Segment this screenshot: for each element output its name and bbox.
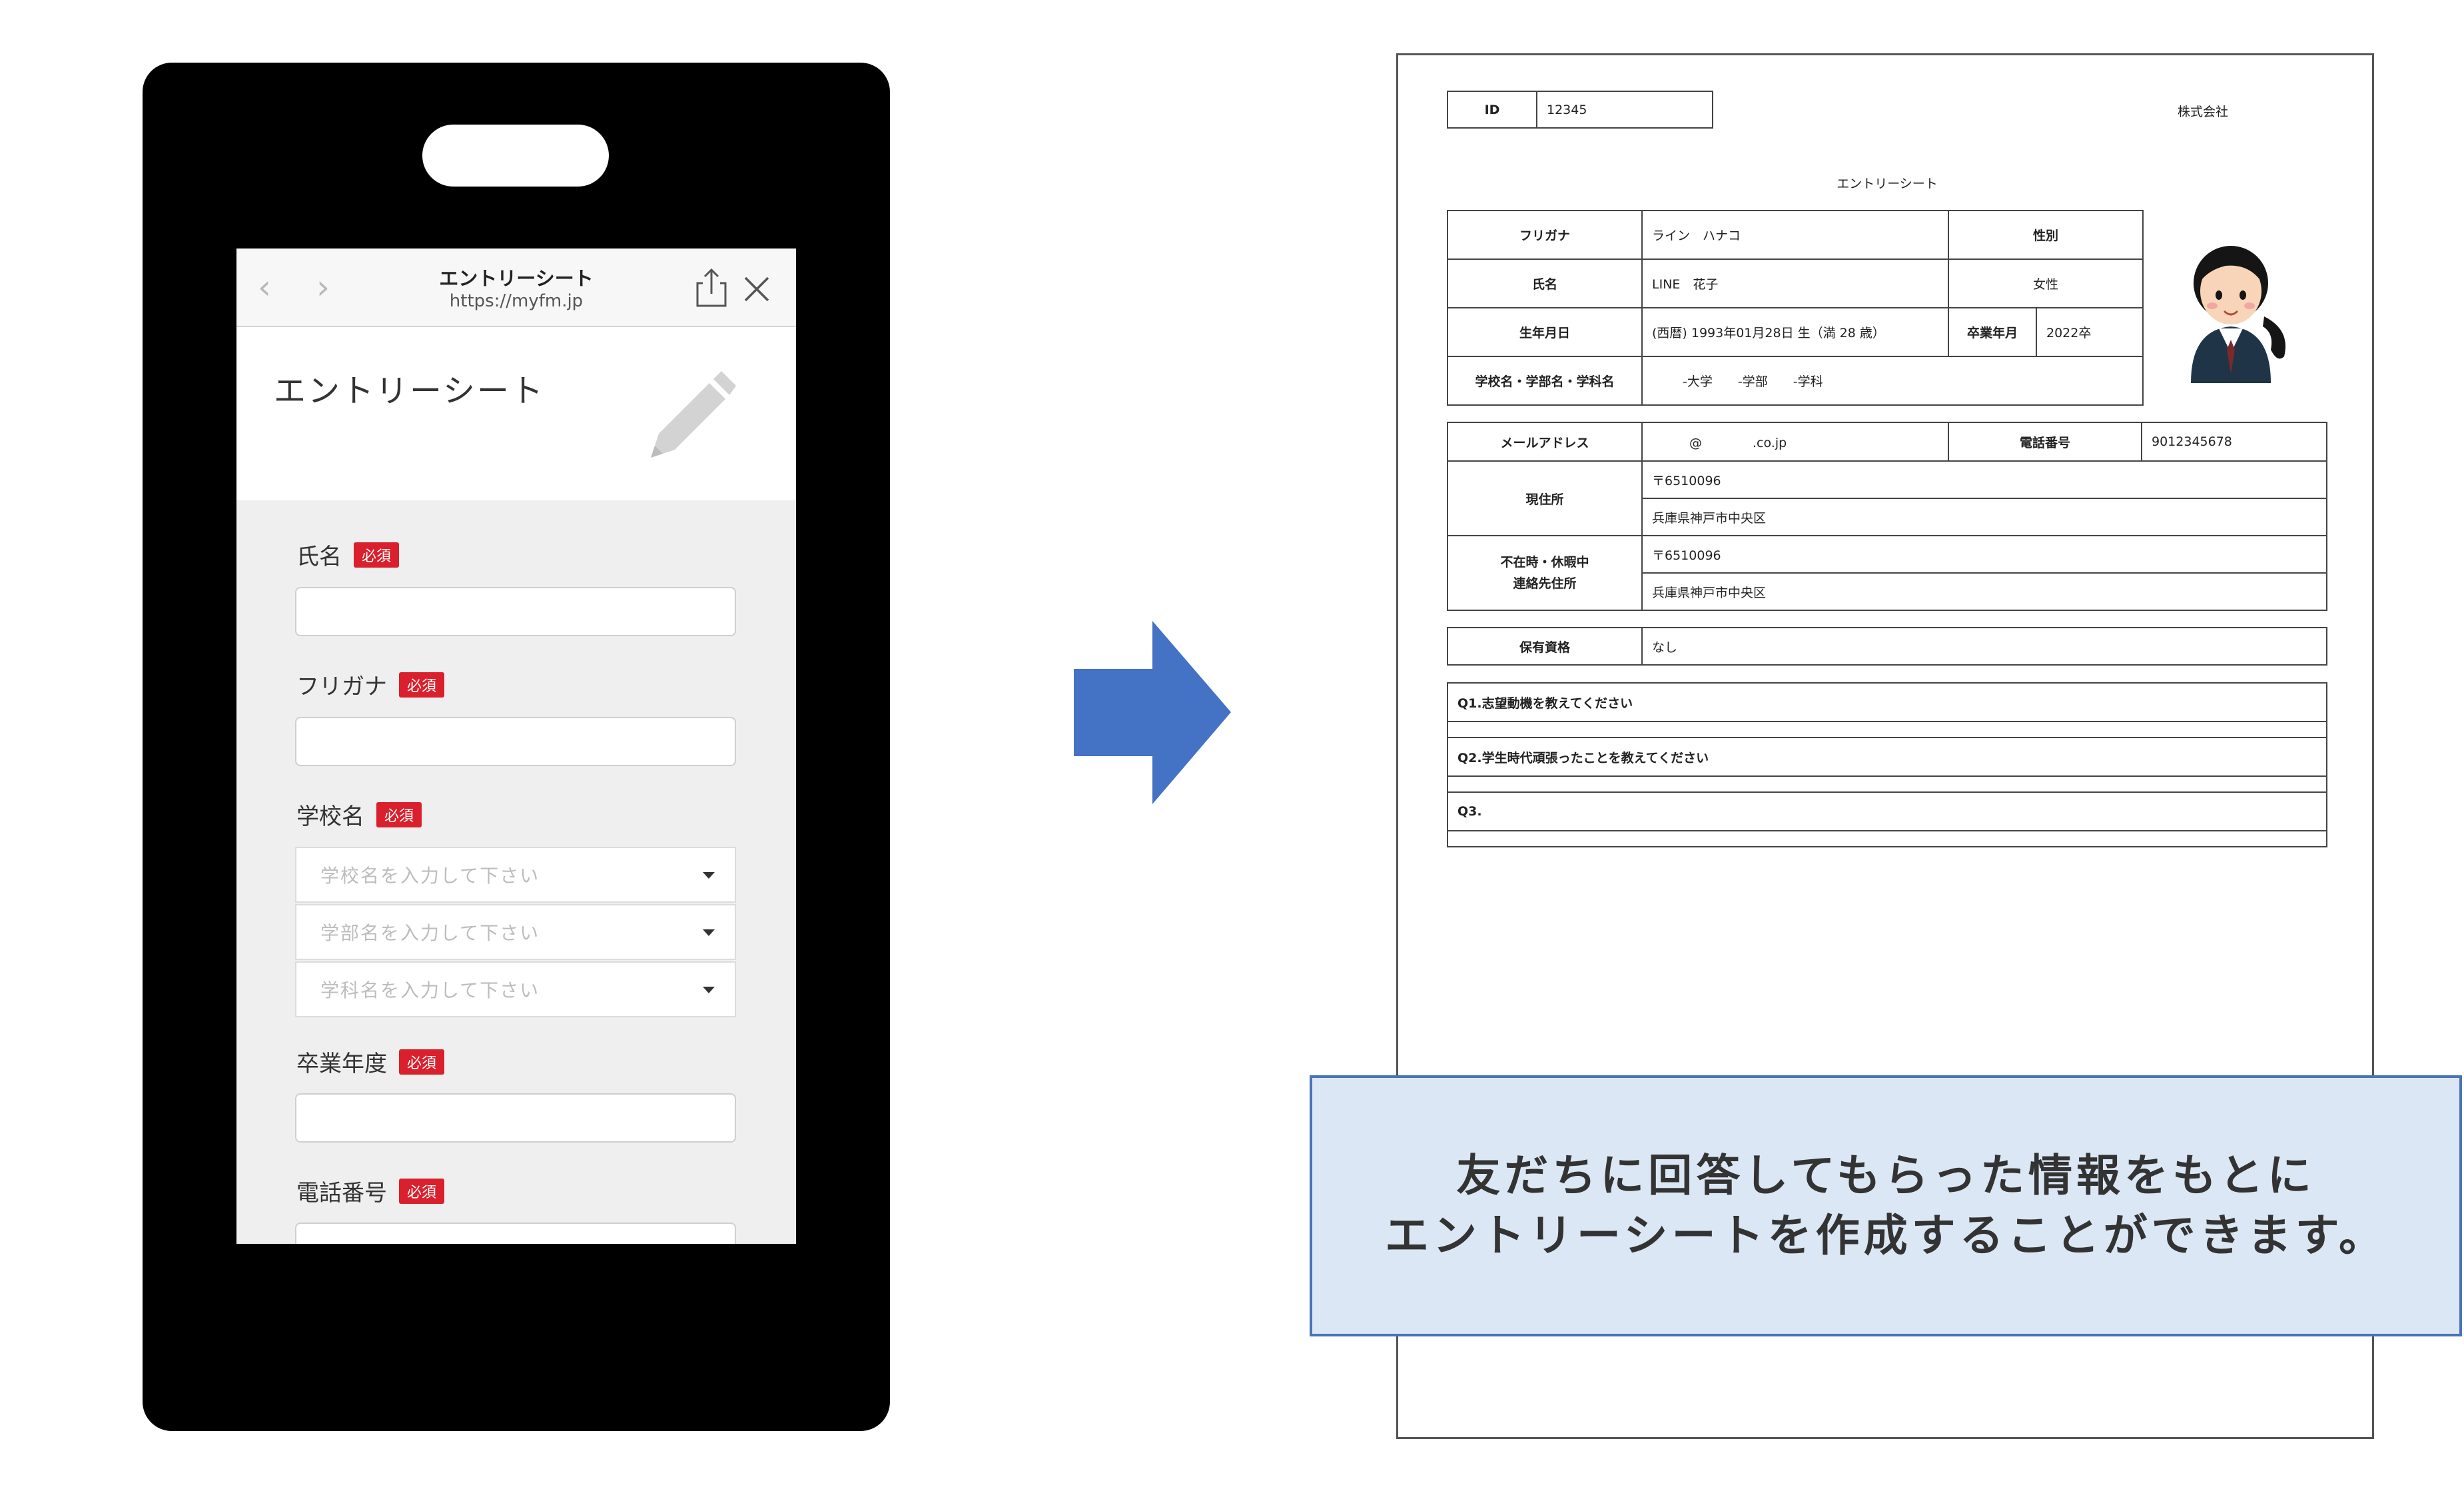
pencil-icon [651, 371, 736, 458]
field-label-text: 学校名 [296, 803, 364, 830]
page-header: エントリーシート [236, 327, 796, 500]
faculty-select[interactable]: 学部名を入力して下さい [295, 904, 736, 960]
email-label: メールアドレス [1447, 422, 1643, 462]
required-badge: 必須 [354, 542, 400, 568]
phone-frame: ‹ › エントリーシート https://myfm.jp エントリーシート 氏名 [143, 63, 890, 1431]
grad-year-input[interactable] [295, 1093, 736, 1143]
question-3: Q3. [1447, 791, 2327, 831]
arrow-right-icon [1074, 621, 1231, 804]
name-value: LINE 花子 [1641, 258, 1949, 308]
field-label-text: 氏名 [296, 544, 342, 570]
company-name: 株式会社 [2178, 105, 2229, 119]
email-value: @ .co.jp [1641, 422, 1949, 462]
furigana-label: フリガナ [1447, 210, 1643, 260]
required-badge: 必須 [376, 801, 422, 827]
qualification-table: 保有資格 なし [1447, 627, 2327, 666]
share-icon[interactable] [693, 267, 729, 308]
field-label-furigana: フリガナ 必須 [296, 668, 445, 701]
alt-address-label-line: 不在時・休暇中 [1500, 555, 1589, 570]
field-label-school: 学校名 必須 [296, 798, 422, 831]
required-badge: 必須 [399, 672, 445, 698]
profile-table: フリガナ ライン ハナコ 性別 氏名 LINE 花子 女性 生年月日 (西暦) … [1447, 210, 2144, 406]
phone-screen: ‹ › エントリーシート https://myfm.jp エントリーシート 氏名 [236, 249, 796, 1244]
phone-speaker [422, 125, 609, 187]
required-badge: 必須 [399, 1049, 445, 1075]
id-table: ID 12345 [1447, 91, 1713, 129]
qualification-value: なし [1641, 627, 2327, 666]
callout-line-2: エントリーシートを作成することができます。 [1384, 1210, 2387, 1261]
browser-bar: ‹ › エントリーシート https://myfm.jp [236, 249, 796, 327]
document-title: エントリーシート [1837, 177, 1938, 191]
field-label-grad-year: 卒業年度 必須 [296, 1045, 445, 1078]
school-value: -大学 -学部 -学科 [1641, 356, 2144, 406]
school-select[interactable]: 学校名を入力して下さい [295, 847, 736, 903]
field-label-text: 電話番号 [296, 1180, 387, 1207]
furigana-input[interactable] [295, 717, 736, 766]
field-label-text: フリガナ [296, 674, 387, 700]
grad-label: 卒業年月 [1948, 307, 2037, 357]
address-label: 現住所 [1447, 460, 1643, 536]
name-input[interactable] [295, 587, 736, 636]
questions-table: Q1.志望動機を教えてください Q2.学生時代頑張ったことを教えてください Q3… [1447, 682, 2327, 847]
alt-address-label: 不在時・休暇中 連絡先住所 [1447, 535, 1643, 611]
question-2: Q2.学生時代頑張ったことを教えてください [1447, 737, 2327, 777]
gender-value: 女性 [1948, 258, 2144, 308]
answer-1 [1447, 721, 2327, 738]
page-title: エントリーシート [274, 372, 546, 410]
address-zip: 〒6510096 [1641, 460, 2327, 499]
select-placeholder: 学校名を入力して下さい [320, 865, 540, 887]
alt-address-value: 兵庫県神戸市中央区 [1641, 572, 2327, 611]
required-badge: 必須 [399, 1178, 445, 1204]
qualification-label: 保有資格 [1447, 627, 1643, 666]
answer-2 [1447, 775, 2327, 793]
answer-3 [1447, 830, 2327, 847]
phone-input[interactable] [295, 1223, 736, 1244]
caret-down-icon [703, 929, 715, 936]
birth-label: 生年月日 [1447, 307, 1643, 357]
address-value: 兵庫県神戸市中央区 [1641, 498, 2327, 536]
description-callout: 友だちに回答してもらった情報をもとに エントリーシートを作成することができます。 [1310, 1075, 2462, 1336]
field-label-phone: 電話番号 必須 [296, 1175, 445, 1207]
select-placeholder: 学部名を入力して下さい [320, 922, 540, 944]
birth-value: (西暦) 1993年01月28日 生（満 28 歳） [1641, 307, 1949, 357]
school-label: 学校名・学部名・学科名 [1447, 356, 1643, 406]
furigana-value: ライン ハナコ [1641, 210, 1949, 260]
contact-table: メールアドレス @ .co.jp 電話番号 9012345678 現住所 〒65… [1447, 422, 2327, 611]
gender-label: 性別 [1948, 210, 2144, 260]
student-avatar [2191, 246, 2285, 383]
alt-address-zip: 〒6510096 [1641, 535, 2327, 574]
phone-label: 電話番号 [1948, 422, 2142, 462]
department-select[interactable]: 学科名を入力して下さい [295, 961, 736, 1017]
caret-down-icon [703, 872, 715, 879]
question-1: Q1.志望動機を教えてください [1447, 682, 2327, 722]
field-label-text: 卒業年度 [296, 1051, 387, 1077]
id-label: ID [1447, 91, 1537, 129]
field-label-name: 氏名 必須 [296, 538, 400, 571]
alt-address-label-line: 連絡先住所 [1513, 576, 1577, 591]
caret-down-icon [703, 987, 715, 993]
name-label: 氏名 [1447, 258, 1643, 308]
select-placeholder: 学科名を入力して下さい [320, 979, 540, 1001]
close-icon[interactable] [741, 274, 772, 304]
id-value: 12345 [1536, 91, 1713, 129]
phone-value: 9012345678 [2141, 422, 2327, 462]
callout-line-1: 友だちに回答してもらった情報をもとに [1456, 1150, 2315, 1201]
grad-value: 2022卒 [2036, 307, 2144, 357]
